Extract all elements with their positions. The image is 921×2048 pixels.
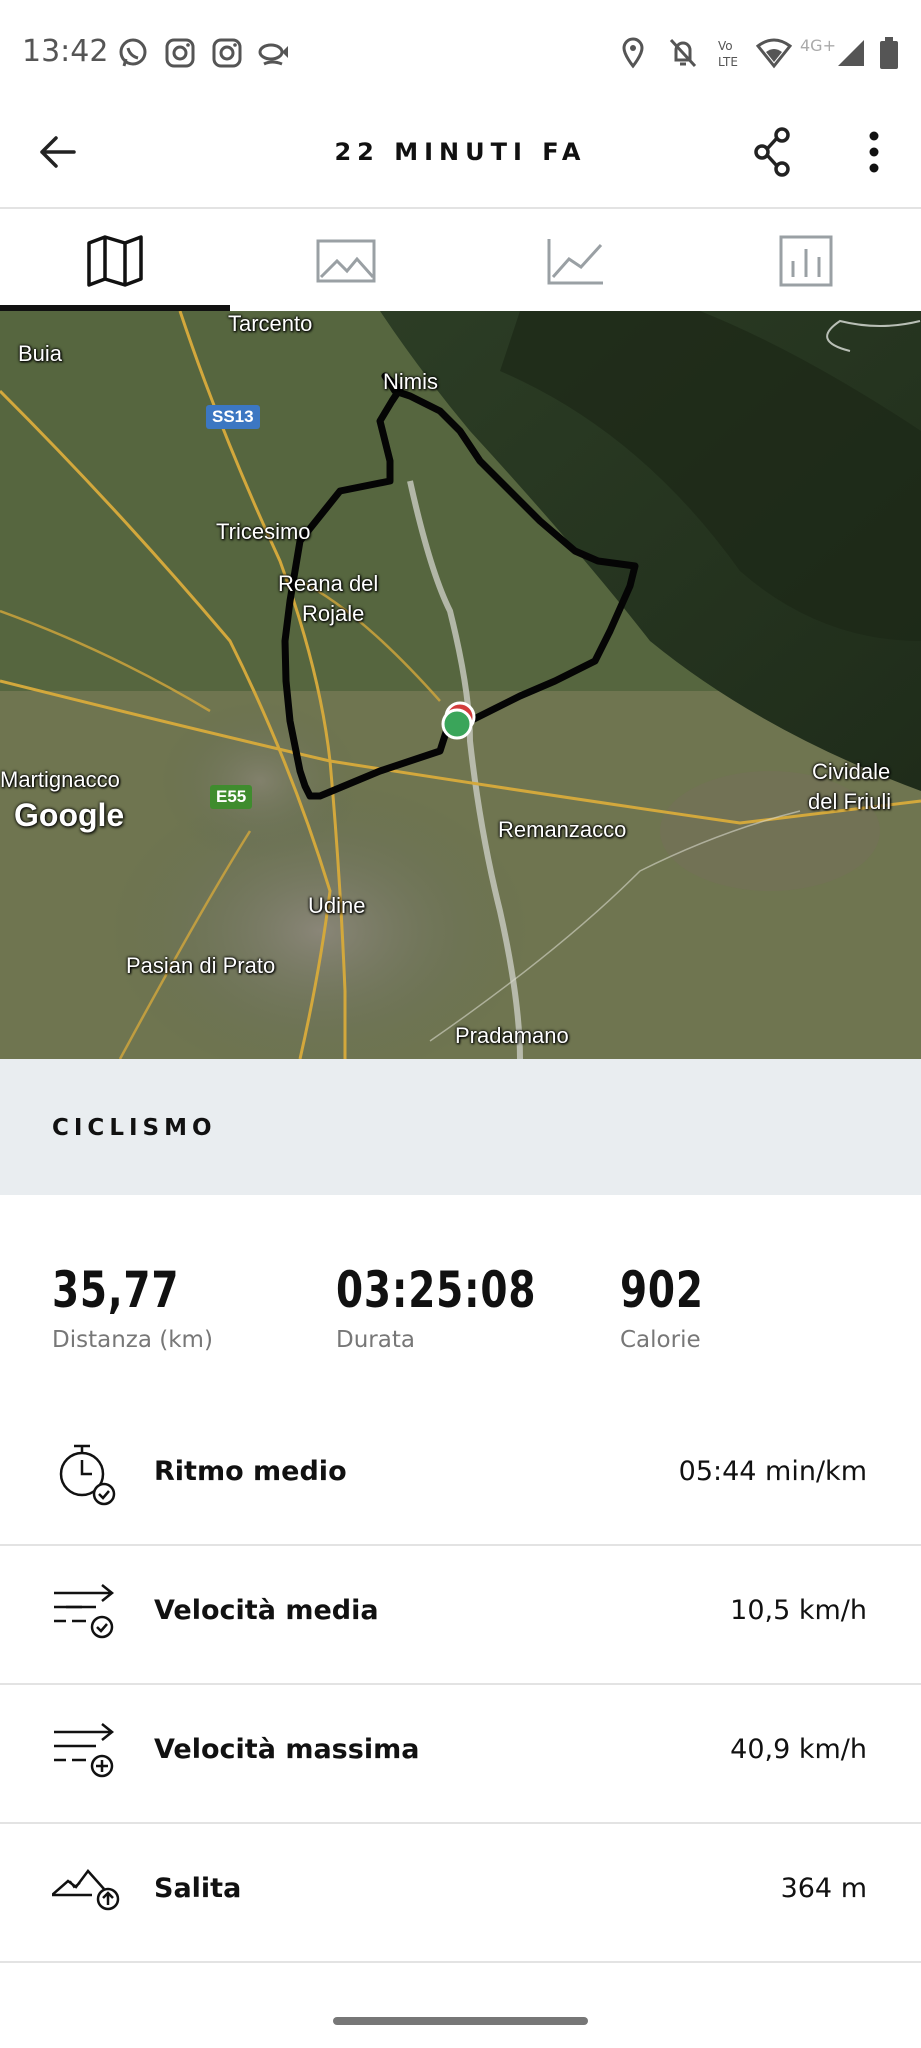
tab-bar: [0, 209, 921, 311]
map-label-cividale-2: del Friuli: [808, 789, 892, 814]
map-label-pradamano: Pradamano: [455, 1023, 569, 1048]
map-label-tarcento: Tarcento: [228, 311, 313, 336]
tab-photos[interactable]: [230, 209, 460, 311]
metric-value: 10,5 km/h: [730, 1595, 867, 1626]
activity-type-label: CICLISMO: [52, 1115, 217, 1141]
metric-row-elevation[interactable]: Salita 364 m: [0, 1823, 921, 1963]
line-chart-icon: [547, 239, 603, 285]
start-marker: [441, 708, 473, 740]
volte-icon: Vo LTE: [718, 39, 738, 69]
map-label-tricesimo: Tricesimo: [216, 519, 311, 544]
tab-graph[interactable]: [460, 209, 690, 311]
road-badge-e55: E55: [210, 785, 253, 809]
image-icon: [316, 239, 376, 283]
calories-value: 902: [620, 1261, 704, 1319]
home-indicator[interactable]: [333, 2017, 588, 2025]
speed-max-icon: [54, 1723, 115, 1778]
map-label-martignacco: Martignacco: [0, 767, 120, 792]
metric-row-avg-pace[interactable]: Ritmo medio 05:44 min/km: [0, 1406, 921, 1546]
tab-map[interactable]: [0, 209, 230, 311]
metric-label: Ritmo medio: [154, 1456, 347, 1487]
route-map[interactable]: Tarcento Buia Nimis SS13 Tricesimo Reana…: [0, 311, 921, 1059]
metric-value: 05:44 min/km: [678, 1456, 867, 1487]
map-label-udine: Udine: [308, 893, 366, 918]
metric-label: Velocità massima: [154, 1734, 420, 1765]
share-button[interactable]: [752, 126, 796, 178]
map-icon: [87, 235, 143, 287]
google-attribution: Google: [14, 797, 125, 833]
bell-off-icon: [669, 38, 697, 68]
map-label-nimis: Nimis: [383, 369, 438, 394]
map-label-remanzacco: Remanzacco: [498, 817, 627, 842]
map-label-pasian: Pasian di Prato: [126, 953, 276, 978]
bar-chart-icon: [779, 235, 833, 287]
map-label-cividale-1: Cividale: [812, 759, 891, 784]
satellite-map-background: [0, 311, 921, 1059]
speed-avg-icon: [54, 1584, 115, 1639]
whatsapp-icon: [119, 38, 147, 67]
metric-label: Salita: [154, 1873, 242, 1904]
elevation-icon: [52, 1869, 120, 1911]
instagram-icon: [165, 38, 195, 68]
road-badge-ss13: SS13: [206, 405, 260, 429]
calories-label: Calorie: [620, 1327, 701, 1353]
svg-text:LTE: LTE: [718, 55, 738, 69]
wifi-icon: [756, 38, 792, 69]
stopwatch-icon: [59, 1444, 116, 1506]
distance-label: Distanza (km): [52, 1327, 213, 1353]
signal-icon: [838, 40, 864, 66]
stat-distance: 35,77 Distanza (km): [52, 1261, 215, 1353]
metric-value: 364 m: [780, 1873, 867, 1904]
stat-duration: 03:25:08 Durata: [336, 1261, 593, 1353]
metric-row-avg-speed[interactable]: Velocità media 10,5 km/h: [0, 1545, 921, 1685]
metric-row-max-speed[interactable]: Velocità massima 40,9 km/h: [0, 1684, 921, 1824]
metric-label: Velocità media: [154, 1595, 379, 1626]
battery-icon: [880, 37, 898, 69]
location-icon: [622, 37, 644, 69]
status-bar: 13:42 Vo LTE 4G+: [0, 0, 921, 108]
stat-calories: 902 Calorie: [620, 1261, 727, 1353]
duration-label: Durata: [336, 1327, 415, 1353]
activity-summary: 35,77 Distanza (km) 03:25:08 Durata 902 …: [0, 1195, 921, 1395]
tab-splits[interactable]: [690, 209, 920, 311]
status-time: 13:42: [22, 34, 109, 69]
map-label-reana-1: Reana del: [278, 571, 379, 596]
duration-value: 03:25:08: [336, 1261, 537, 1319]
more-options-button[interactable]: [858, 126, 890, 178]
distance-value: 35,77: [52, 1261, 180, 1319]
map-label-buia: Buia: [18, 341, 63, 366]
svg-text:Vo: Vo: [718, 39, 733, 53]
network-type: 4G+: [800, 36, 836, 55]
instagram-icon: [212, 38, 242, 68]
app-bar: 22 MINUTI FA: [0, 108, 921, 208]
fish-icon: [258, 43, 288, 66]
metric-value: 40,9 km/h: [730, 1734, 867, 1765]
map-label-reana-2: Rojale: [302, 601, 365, 626]
activity-type-header: CICLISMO: [0, 1059, 921, 1195]
